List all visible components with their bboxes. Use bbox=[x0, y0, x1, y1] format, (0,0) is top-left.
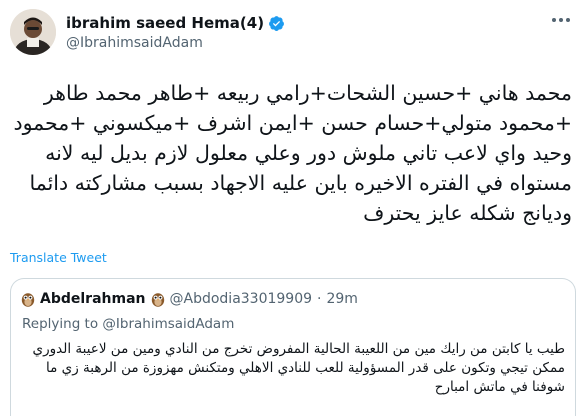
verified-badge-icon bbox=[269, 15, 284, 31]
quoted-author-row: Abdelrahman @Abdodia33019909 · 29m bbox=[21, 289, 358, 309]
tweet-text: محمد هاني +حسين الشحات+رامي ربيعه +طاهر … bbox=[13, 81, 572, 225]
quoted-display-name[interactable]: Abdelrahman bbox=[40, 291, 146, 307]
author-display-name[interactable]: ibrahim saeed Hema(4) bbox=[66, 14, 264, 32]
separator-dot: · bbox=[317, 291, 322, 307]
author-name-row[interactable]: ibrahim saeed Hema(4) bbox=[66, 13, 285, 33]
translate-tweet-link[interactable]: Translate Tweet bbox=[10, 250, 107, 265]
avatar-photo-icon bbox=[10, 9, 56, 55]
quoted-tweet-text: طيب يا كابتن من رايك مين من اللعيبة الحا… bbox=[32, 341, 565, 395]
owl-icon bbox=[21, 293, 35, 307]
owl-icon bbox=[151, 293, 164, 307]
quoted-handle[interactable]: @Abdodia33019909 bbox=[170, 291, 313, 307]
more-options-icon[interactable] bbox=[552, 18, 572, 26]
quoted-timestamp[interactable]: 29m bbox=[326, 291, 357, 307]
author-avatar[interactable] bbox=[10, 9, 56, 55]
quoted-tweet-card[interactable]: Abdelrahman @Abdodia33019909 · 29m Reply… bbox=[10, 278, 576, 416]
replying-to-label[interactable]: Replying to @IbrahimsaidAdam bbox=[22, 316, 234, 332]
author-handle[interactable]: @IbrahimsaidAdam bbox=[66, 35, 203, 51]
